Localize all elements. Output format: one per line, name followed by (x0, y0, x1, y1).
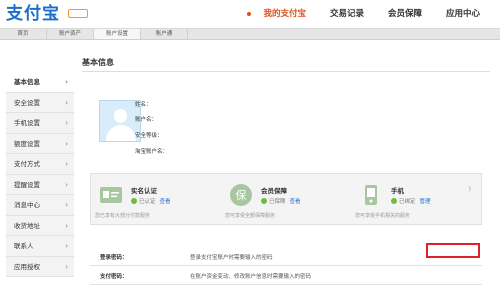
check-icon (131, 198, 137, 204)
chevron-right-icon: › (65, 98, 68, 107)
page-title: 基本信息 (82, 58, 114, 67)
login-password-label: 登录密码： (100, 255, 128, 261)
sidebar-item-security[interactable]: 安全设置 › (6, 92, 74, 113)
sidebar-item-reminder[interactable]: 提醒设置 › (6, 174, 74, 195)
name-label: 姓名： (135, 102, 152, 108)
card-title: 会员保障 (261, 187, 287, 195)
chevron-right-icon: › (65, 78, 68, 86)
check-icon (261, 198, 267, 204)
chevron-right-icon: › (65, 119, 68, 127)
manage-link[interactable]: 管理 (420, 199, 431, 205)
account-label: 账户名： (135, 117, 158, 123)
status-cards: 实名认证 已认证 查看 您已享有大部分付款服务 保 会员保障 已保障 查看 您可享受… (90, 173, 482, 225)
security-level-label: 安全等级： (135, 133, 163, 139)
tab-account-pass[interactable]: 账户通 (141, 29, 188, 39)
chevron-right-icon: › (65, 262, 68, 271)
title-divider (82, 71, 490, 72)
card-desc: 您可享受全额保障服务 (225, 213, 276, 219)
login-password-desc: 登录支付宝账户时需要输入的密码 (190, 255, 273, 261)
card-desc: 您可享受手机相关的服务 (355, 213, 411, 219)
tab-home[interactable]: 首页 (0, 29, 47, 39)
login-password-row: 登录密码： 登录支付宝账户时需要输入的密码 (90, 248, 482, 266)
card-status: 已保障 查看 (261, 197, 301, 205)
profile-section: 姓名： 账户名： 安全等级： 淘宝账户名： (89, 93, 497, 173)
nav-protection[interactable]: 会员保障 (376, 6, 434, 22)
check-icon (391, 198, 397, 204)
sidebar-item-messages[interactable]: 消息中心 › (6, 195, 74, 216)
card-phone: 手机 已绑定 管理 您可享受手机相关的服务 ) (351, 174, 481, 224)
top-header: 支付宝 我的支付宝 交易记录 会员保障 应用中心 (0, 0, 500, 28)
svg-text:保: 保 (236, 188, 247, 202)
nav-my-alipay[interactable]: 我的支付宝 (245, 6, 318, 22)
alipay-logo[interactable]: 支付宝 (6, 4, 60, 24)
active-dot-icon (247, 12, 252, 16)
chevron-right-icon: › (65, 139, 68, 148)
nav-transactions[interactable]: 交易记录 (318, 6, 376, 22)
taobao-account-label: 淘宝账户名： (135, 149, 169, 155)
chevron-right-icon: › (65, 160, 68, 168)
pay-password-label: 支付密码： (100, 274, 128, 280)
sidebar-item-payment[interactable]: 支付方式 › (6, 154, 74, 175)
chevron-right-icon: › (65, 242, 68, 250)
card-title: 实名认证 (131, 187, 157, 195)
chevron-right-icon: › (65, 221, 68, 230)
avatar-body-icon (106, 125, 136, 141)
sidebar-item-phone[interactable]: 手机设置 › (6, 113, 74, 134)
card-paren: ) (468, 186, 471, 193)
chevron-right-icon: › (65, 201, 68, 209)
card-real-name: 实名认证 已认证 查看 您已享有大部分付款服务 (91, 174, 221, 224)
nav-app-center[interactable]: 应用中心 (434, 6, 492, 22)
main-nav: 我的支付宝 交易记录 会员保障 应用中心 (245, 6, 492, 22)
sidebar-item-basic-info[interactable]: 基本信息 › (6, 72, 74, 93)
pay-password-row: 支付密码： 在账户资金变动、修改账户信息时需要输入的密码 (90, 267, 482, 285)
card-member-protection: 保 会员保障 已保障 查看 您可享受全额保障服务 (221, 174, 351, 224)
view-link[interactable]: 查看 (290, 199, 301, 205)
sidebar-item-address[interactable]: 收货地址 › (6, 215, 74, 236)
card-status: 已认证 查看 (131, 197, 171, 205)
pay-password-desc: 在账户资金变动、修改账户信息时需要输入的密码 (190, 274, 312, 280)
sidebar: 基本信息 › 安全设置 › 手机设置 › 额度设置 › 支付方式 › 提醒设置 › 消息中心… (6, 72, 74, 277)
sidebar-item-app-auth[interactable]: 应用授权 › (6, 256, 74, 277)
tab-assets[interactable]: 账户资产 (47, 29, 94, 39)
view-link[interactable]: 查看 (160, 199, 171, 205)
sub-nav: 首页 账户资产 账户设置 账户通 (0, 28, 500, 40)
avatar-head-icon (114, 109, 127, 123)
highlight-box (426, 243, 480, 258)
chevron-right-icon: › (65, 180, 68, 189)
logo-tag (68, 9, 88, 18)
card-title: 手机 (391, 187, 404, 195)
card-status: 已绑定 管理 (391, 197, 431, 205)
sidebar-item-contacts[interactable]: 联系人 › (6, 236, 74, 257)
id-card-icon (100, 187, 122, 203)
sidebar-item-limit[interactable]: 额度设置 › (6, 133, 74, 154)
shield-bao-icon: 保 (230, 184, 252, 206)
card-desc: 您已享有大部分付款服务 (95, 213, 151, 219)
phone-icon (365, 185, 377, 205)
tab-account-settings[interactable]: 账户设置 (94, 29, 141, 39)
